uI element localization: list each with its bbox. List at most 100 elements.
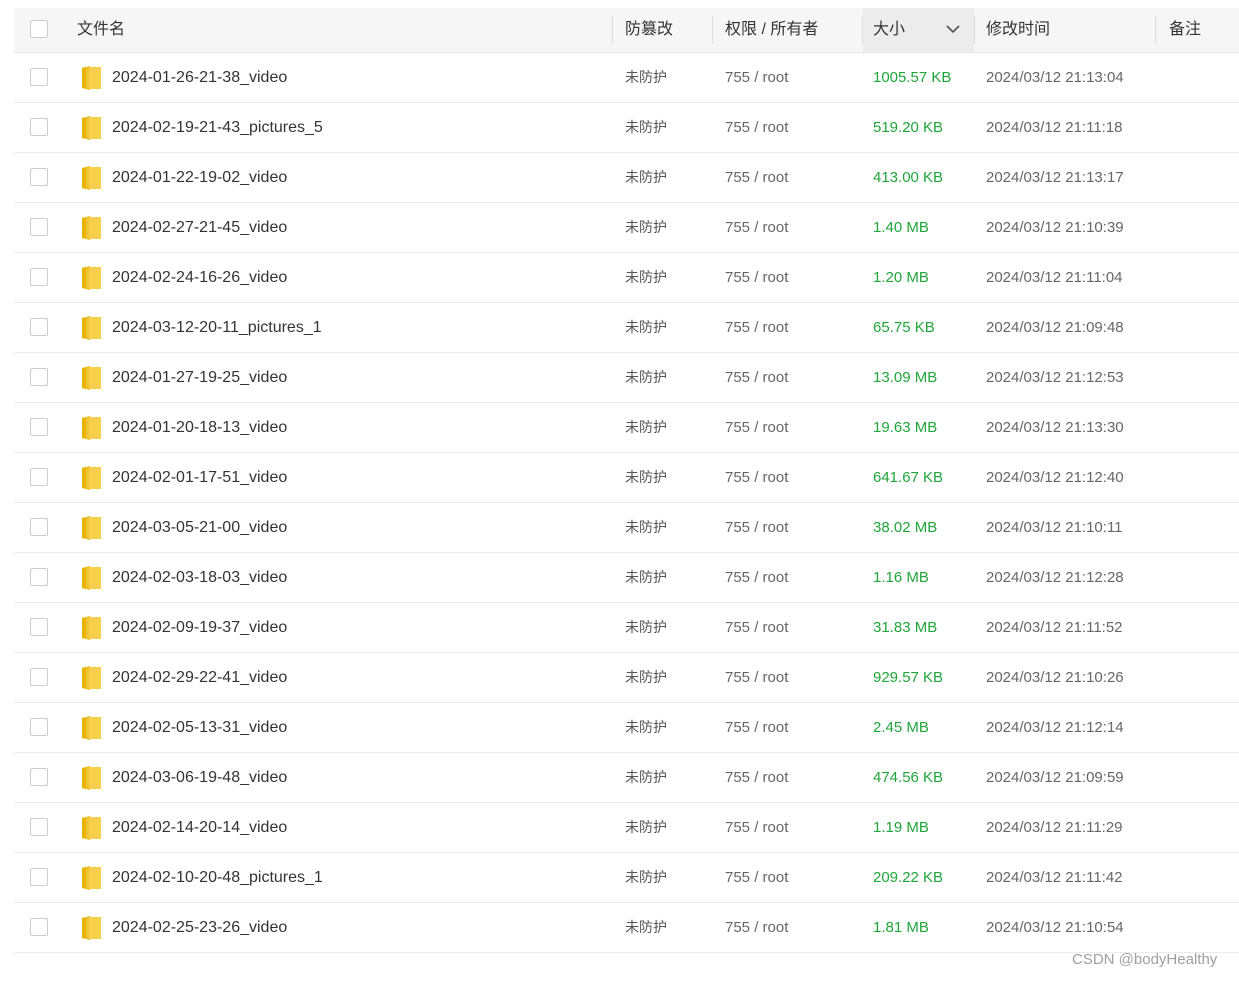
protect-status[interactable]: 未防护 <box>625 353 667 402</box>
file-name-link[interactable]: 2024-03-05-21-00_video <box>112 503 287 552</box>
row-checkbox[interactable] <box>30 318 48 336</box>
table-row[interactable]: 2024-02-27-21-45_video 未防护 755 / root 1.40 … <box>14 203 1239 253</box>
permission-owner[interactable]: 755 / root <box>725 753 788 802</box>
row-checkbox[interactable] <box>30 268 48 286</box>
protect-status[interactable]: 未防护 <box>625 753 667 802</box>
permission-owner[interactable]: 755 / root <box>725 153 788 202</box>
file-name-link[interactable]: 2024-02-24-16-26_video <box>112 253 287 302</box>
column-divider[interactable] <box>862 16 863 44</box>
protect-status[interactable]: 未防护 <box>625 103 667 152</box>
column-divider[interactable] <box>1155 16 1156 44</box>
protect-status[interactable]: 未防护 <box>625 503 667 552</box>
file-name-link[interactable]: 2024-02-03-18-03_video <box>112 553 287 602</box>
file-size[interactable]: 19.63 MB <box>873 403 937 452</box>
file-size[interactable]: 1.40 MB <box>873 203 929 252</box>
table-row[interactable]: 2024-03-05-21-00_video 未防护 755 / root 38.02… <box>14 503 1239 553</box>
table-row[interactable]: 2024-02-09-19-37_video 未防护 755 / root 31.83… <box>14 603 1239 653</box>
row-checkbox[interactable] <box>30 568 48 586</box>
protect-status[interactable]: 未防护 <box>625 453 667 502</box>
table-row[interactable]: 2024-01-27-19-25_video 未防护 755 / root 13.09… <box>14 353 1239 403</box>
permission-owner[interactable]: 755 / root <box>725 503 788 552</box>
table-row[interactable]: 2024-02-03-18-03_video 未防护 755 / root 1.16 … <box>14 553 1239 603</box>
permission-owner[interactable]: 755 / root <box>725 703 788 752</box>
table-row[interactable]: 2024-02-05-13-31_video 未防护 755 / root 2.45 … <box>14 703 1239 753</box>
table-row[interactable]: 2024-01-26-21-38_video 未防护 755 / root 1005.… <box>14 53 1239 103</box>
row-checkbox[interactable] <box>30 918 48 936</box>
table-row[interactable]: 2024-02-19-21-43_pictures_5 未防护 755 / root… <box>14 103 1239 153</box>
file-size[interactable]: 1.16 MB <box>873 553 929 602</box>
permission-owner[interactable]: 755 / root <box>725 103 788 152</box>
protect-status[interactable]: 未防护 <box>625 853 667 902</box>
row-checkbox[interactable] <box>30 418 48 436</box>
header-perm[interactable]: 权限 / 所有者 <box>725 8 818 52</box>
chevron-down-icon[interactable] <box>946 22 960 36</box>
column-divider[interactable] <box>612 16 613 44</box>
permission-owner[interactable]: 755 / root <box>725 303 788 352</box>
protect-status[interactable]: 未防护 <box>625 603 667 652</box>
file-size[interactable]: 2.45 MB <box>873 703 929 752</box>
file-size[interactable]: 13.09 MB <box>873 353 937 402</box>
file-size[interactable]: 1.20 MB <box>873 253 929 302</box>
row-checkbox[interactable] <box>30 668 48 686</box>
row-checkbox[interactable] <box>30 718 48 736</box>
table-row[interactable]: 2024-02-14-20-14_video 未防护 755 / root 1.19 … <box>14 803 1239 853</box>
table-row[interactable]: 2024-02-25-23-26_video 未防护 755 / root 1.81 … <box>14 903 1239 953</box>
protect-status[interactable]: 未防护 <box>625 803 667 852</box>
row-checkbox[interactable] <box>30 118 48 136</box>
file-size[interactable]: 65.75 KB <box>873 303 935 352</box>
protect-status[interactable]: 未防护 <box>625 303 667 352</box>
row-checkbox[interactable] <box>30 518 48 536</box>
file-name-link[interactable]: 2024-02-29-22-41_video <box>112 653 287 702</box>
permission-owner[interactable]: 755 / root <box>725 853 788 902</box>
select-all-checkbox[interactable] <box>30 20 48 38</box>
file-name-link[interactable]: 2024-01-27-19-25_video <box>112 353 287 402</box>
header-note[interactable]: 备注 <box>1169 8 1201 52</box>
file-size[interactable]: 413.00 KB <box>873 153 943 202</box>
file-name-link[interactable]: 2024-02-14-20-14_video <box>112 803 287 852</box>
file-name-link[interactable]: 2024-02-19-21-43_pictures_5 <box>112 103 323 152</box>
permission-owner[interactable]: 755 / root <box>725 403 788 452</box>
file-name-link[interactable]: 2024-01-20-18-13_video <box>112 403 287 452</box>
file-size[interactable]: 1.81 MB <box>873 903 929 952</box>
file-name-link[interactable]: 2024-02-01-17-51_video <box>112 453 287 502</box>
column-divider[interactable] <box>974 16 975 44</box>
row-checkbox[interactable] <box>30 818 48 836</box>
permission-owner[interactable]: 755 / root <box>725 53 788 102</box>
file-name-link[interactable]: 2024-01-22-19-02_video <box>112 153 287 202</box>
protect-status[interactable]: 未防护 <box>625 553 667 602</box>
table-row[interactable]: 2024-02-10-20-48_pictures_1 未防护 755 / root… <box>14 853 1239 903</box>
permission-owner[interactable]: 755 / root <box>725 253 788 302</box>
row-checkbox[interactable] <box>30 618 48 636</box>
protect-status[interactable]: 未防护 <box>625 653 667 702</box>
file-name-link[interactable]: 2024-02-27-21-45_video <box>112 203 287 252</box>
table-row[interactable]: 2024-03-12-20-11_pictures_1 未防护 755 / root… <box>14 303 1239 353</box>
header-mtime[interactable]: 修改时间 <box>986 8 1050 52</box>
file-name-link[interactable]: 2024-03-12-20-11_pictures_1 <box>112 303 322 352</box>
row-checkbox[interactable] <box>30 68 48 86</box>
file-size[interactable]: 1005.57 KB <box>873 53 951 102</box>
table-row[interactable]: 2024-02-29-22-41_video 未防护 755 / root 929.5… <box>14 653 1239 703</box>
header-size[interactable]: 大小 <box>873 8 905 52</box>
file-size[interactable]: 929.57 KB <box>873 653 943 702</box>
permission-owner[interactable]: 755 / root <box>725 553 788 602</box>
protect-status[interactable]: 未防护 <box>625 703 667 752</box>
protect-status[interactable]: 未防护 <box>625 253 667 302</box>
row-checkbox[interactable] <box>30 218 48 236</box>
file-name-link[interactable]: 2024-02-25-23-26_video <box>112 903 287 952</box>
row-checkbox[interactable] <box>30 368 48 386</box>
header-protect[interactable]: 防篡改 <box>625 8 673 52</box>
permission-owner[interactable]: 755 / root <box>725 603 788 652</box>
protect-status[interactable]: 未防护 <box>625 153 667 202</box>
row-checkbox[interactable] <box>30 468 48 486</box>
file-name-link[interactable]: 2024-02-10-20-48_pictures_1 <box>112 853 323 902</box>
file-size[interactable]: 209.22 KB <box>873 853 943 902</box>
table-row[interactable]: 2024-01-20-18-13_video 未防护 755 / root 19.63… <box>14 403 1239 453</box>
permission-owner[interactable]: 755 / root <box>725 653 788 702</box>
table-row[interactable]: 2024-02-01-17-51_video 未防护 755 / root 641.6… <box>14 453 1239 503</box>
permission-owner[interactable]: 755 / root <box>725 203 788 252</box>
permission-owner[interactable]: 755 / root <box>725 903 788 952</box>
file-name-link[interactable]: 2024-02-09-19-37_video <box>112 603 287 652</box>
row-checkbox[interactable] <box>30 868 48 886</box>
file-size[interactable]: 519.20 KB <box>873 103 943 152</box>
permission-owner[interactable]: 755 / root <box>725 453 788 502</box>
